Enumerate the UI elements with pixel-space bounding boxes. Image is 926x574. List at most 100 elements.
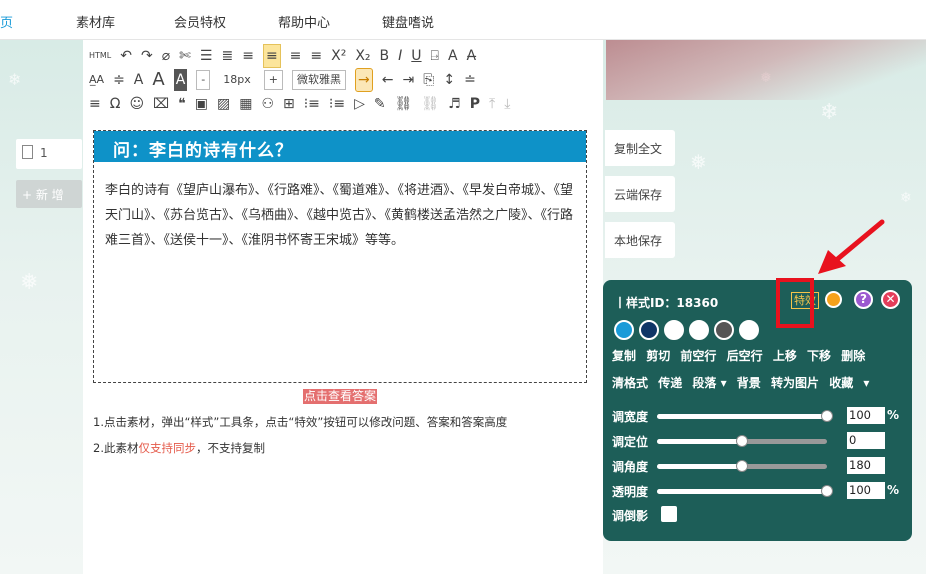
move-down-action[interactable]: 下移 [807,349,831,363]
nav-membership[interactable]: 会员特权 [174,12,226,31]
underline-icon[interactable]: U [411,45,421,67]
color-swatch[interactable] [689,320,709,340]
copy-action[interactable]: 复制 [612,349,636,363]
font-size-decrease-button[interactable]: - [196,70,211,90]
add-page-button[interactable]: + 新 增 [16,180,82,208]
image-icon[interactable]: ▣ [195,93,208,115]
clear-format-icon[interactable]: ⌀ [162,45,170,67]
list-icon[interactable]: ☰ [200,45,213,67]
format-brush-icon[interactable]: ✎ [374,93,386,115]
nav-keyboard[interactable]: 键盘嗜说 [382,12,434,31]
font-family-select[interactable]: 微软雅黑 [291,70,346,90]
move-top-icon[interactable]: ⤒ [489,93,495,115]
reflection-checkbox[interactable] [661,506,677,522]
color-swatch[interactable] [639,320,659,340]
width-slider[interactable] [657,410,833,422]
slider-knob[interactable] [821,485,833,497]
align-justify-icon[interactable]: ≡ [310,45,322,67]
color-swatch[interactable] [614,320,634,340]
ordered-list-icon[interactable]: ⁝≡ [304,93,320,115]
question-card[interactable]: 问：李白的诗有什么？ 李白的诗有《望庐山瀑布》、《行路难》、《蜀道难》、《将进酒… [93,130,587,383]
bold-icon[interactable]: B [380,45,390,67]
background-action[interactable]: 背景 [737,376,761,390]
thumbs-up-icon[interactable] [825,291,842,308]
align-right-icon[interactable]: ≡ [290,45,302,67]
angle-value[interactable]: 180 [847,457,885,474]
paragraph-format-icon[interactable]: ≡ [89,93,101,115]
position-slider[interactable] [657,435,827,447]
quote-icon[interactable]: ❝ [178,93,186,115]
indent-icon[interactable]: ≣ [221,45,233,67]
paragraph-icon[interactable]: P [470,93,480,115]
nav-help-center[interactable]: 帮助中心 [278,12,330,31]
slider-knob[interactable] [736,435,748,447]
special-char-icon[interactable]: Ω [110,93,121,115]
map-icon[interactable]: ⚇ [261,93,274,115]
opacity-slider[interactable] [657,485,833,497]
font-box-icon[interactable]: A [448,45,458,67]
reveal-answer-button[interactable]: 点击查看答案 [303,389,378,404]
unlink-icon[interactable]: ⛓ [421,93,439,115]
font-size-value[interactable]: 18px [219,71,255,89]
paragraph-spacing-icon[interactable]: ≐ [464,69,476,91]
align-left-icon[interactable]: ≡ [242,45,254,67]
table-icon[interactable]: ▦ [239,93,252,115]
subscript-icon[interactable]: X₂ [355,45,370,67]
slider-knob[interactable] [736,460,748,472]
first-indent-icon[interactable]: ⇥ [402,69,414,91]
help-icon[interactable]: ? [854,290,873,309]
color-swatch[interactable] [664,320,684,340]
clear-format-action[interactable]: 清格式 [612,376,648,390]
line-height-icon[interactable]: ≑ [113,69,125,91]
copy-all-button[interactable]: 复制全文 [605,130,675,166]
italic-icon[interactable]: I [398,45,402,67]
font-bg-color-icon[interactable]: A [173,69,188,91]
unordered-list-icon[interactable]: ⁝≡ [329,93,345,115]
width-value[interactable]: 100 [847,407,885,424]
word-import-icon[interactable]: ⊞ [283,93,295,115]
more-dropdown[interactable]: ▾ [863,376,869,390]
move-up-action[interactable]: 上移 [773,349,797,363]
blank-line-before-action[interactable]: 前空行 [680,349,716,363]
link-icon[interactable]: ⛓ [395,93,413,115]
font-increase-icon[interactable]: A [152,69,164,91]
local-save-button[interactable]: 本地保存 [605,222,675,258]
opacity-value[interactable]: 100 [847,482,885,499]
redo-icon[interactable]: ↷ [141,45,153,67]
color-swatch[interactable] [714,320,734,340]
background-icon[interactable]: ▨ [217,93,230,115]
cut-action[interactable]: 剪切 [646,349,670,363]
delete-action[interactable]: 删除 [841,349,865,363]
superscript-icon[interactable]: X² [331,45,346,67]
font-decrease-icon[interactable]: A [134,69,144,91]
font-size-increase-button[interactable]: + [263,70,283,90]
favorite-action[interactable]: 收藏 [829,376,853,390]
row-spacing-icon[interactable]: ↕ [443,69,455,91]
nav-home[interactable]: 页 [0,12,13,31]
align-center-icon[interactable]: ≡ [262,44,281,68]
paragraph-dropdown[interactable]: 段落 ▾ [692,376,726,390]
border-icon[interactable]: ⍈ [431,45,439,67]
emoji-icon[interactable]: ☺ [129,93,144,115]
nav-materials[interactable]: 素材库 [76,12,115,31]
angle-slider[interactable] [657,460,827,472]
position-value[interactable]: 0 [847,432,885,449]
video-icon[interactable]: ▷ [354,93,365,115]
indent-left-icon[interactable]: ← [382,69,394,91]
text-case-icon[interactable]: A̲A [89,69,104,91]
move-bottom-icon[interactable]: ⤓ [504,93,510,115]
transfer-action[interactable]: 传递 [658,376,682,390]
copy-format-icon[interactable]: ⎘ [423,69,434,91]
strikethrough-icon[interactable]: A̶ [467,45,477,67]
cut-icon[interactable]: ✄ [179,45,191,67]
slider-knob[interactable] [821,410,833,422]
indent-right-icon[interactable]: → [354,68,373,92]
to-image-action[interactable]: 转为图片 [771,376,819,390]
cloud-save-button[interactable]: 云端保存 [605,176,675,212]
close-icon[interactable]: ✕ [881,290,900,309]
html-source-button[interactable]: HTML [89,45,111,67]
undo-icon[interactable]: ↶ [120,45,132,67]
blank-line-after-action[interactable]: 后空行 [727,349,763,363]
page-thumbnail[interactable]: 1 [16,139,82,169]
template-icon[interactable]: ⌧ [153,93,169,115]
